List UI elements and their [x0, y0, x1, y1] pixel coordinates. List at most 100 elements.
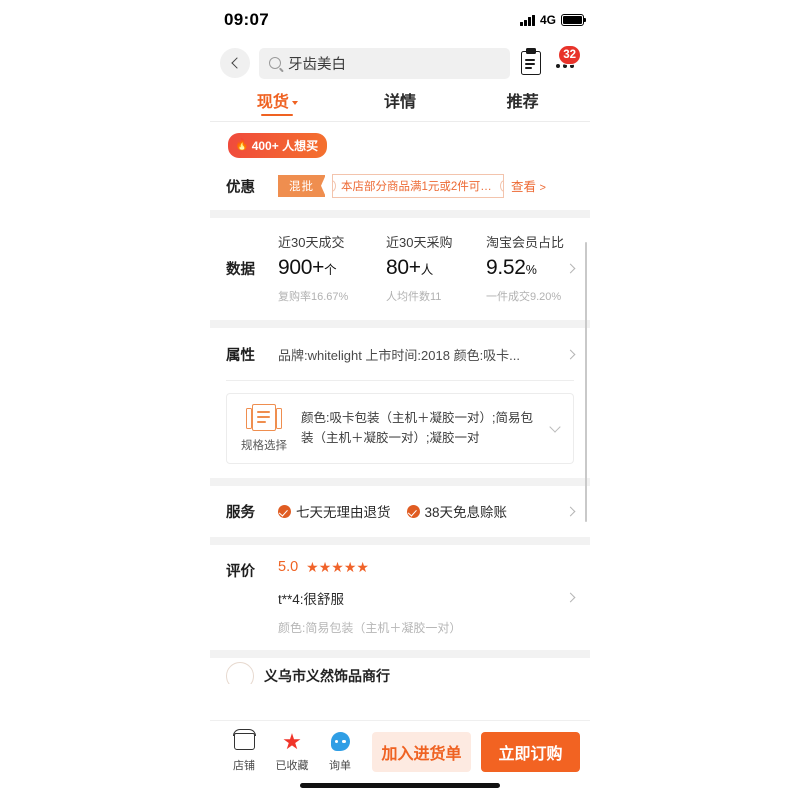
bottom-action-bar: 店铺 ★ 已收藏 询单 加入进货单 立即订购	[210, 720, 590, 800]
spec-options-text: 颜色:吸卡包装（主机＋凝胶一对）;简易包装（主机＋凝胶一对）;凝胶一对	[301, 411, 533, 445]
tab-label: 详情	[384, 94, 417, 111]
clipboard-icon[interactable]	[521, 51, 541, 75]
spec-select-card[interactable]: 规格选择 颜色:吸卡包装（主机＋凝胶一对）;简易包装（主机＋凝胶一对）;凝胶一对	[226, 393, 574, 464]
chevron-down-icon	[291, 101, 298, 105]
phone-screen: 09:07 4G 牙齿美白 32 现货 详情 推荐 🔥 400+ 人想买 优惠 …	[210, 0, 590, 800]
data-section[interactable]: 数据 近30天成交 900+个 复购率16.67% 近30天采购 80+人 人均…	[210, 218, 590, 320]
tab-spot-goods[interactable]: 现货	[216, 86, 339, 116]
view-discount-link[interactable]: 查看 >	[511, 176, 546, 195]
view-link-label: 查看	[511, 180, 537, 195]
battery-icon	[561, 14, 587, 26]
section-divider	[210, 650, 590, 658]
tab-bar: 现货 详情 推荐	[210, 86, 590, 122]
spec-card-container: 规格选择 颜色:吸卡包装（主机＋凝胶一对）;简易包装（主机＋凝胶一对）;凝胶一对	[210, 381, 590, 478]
discount-label: 优惠	[226, 179, 255, 196]
bottom-nav-label: 询单	[329, 759, 351, 772]
bottom-nav-inquiry[interactable]: 询单	[316, 731, 364, 773]
star-icon: ★	[282, 728, 302, 754]
chevron-down-icon[interactable]	[549, 420, 561, 433]
search-input[interactable]: 牙齿美白	[259, 47, 510, 79]
data-value: 900+个	[278, 256, 386, 280]
service-row[interactable]: 服务 七天无理由退货 38天免息赊账	[210, 486, 590, 537]
hot-badge-container: 🔥 400+ 人想买	[210, 122, 590, 164]
review-row[interactable]: 评价 5.0 ★★★★★ t**4:很舒服 颜色:简易包装（主机＋凝胶一对）	[210, 545, 590, 650]
search-header: 牙齿美白 32	[210, 40, 590, 86]
attributes-row[interactable]: 属性 品牌:whitelight 上市时间:2018 颜色:吸卡...	[210, 328, 590, 380]
discount-row[interactable]: 优惠 混批 本店部分商品满1元或2件可混批... 查看 >	[210, 164, 590, 211]
data-title: 近30天成交	[278, 235, 345, 250]
search-query-text: 牙齿美白	[288, 56, 346, 73]
data-value: 9.52%	[486, 256, 564, 280]
attributes-label: 属性	[226, 348, 255, 364]
attributes-text: 品牌:whitelight 上市时间:2018 颜色:吸卡...	[278, 347, 521, 363]
data-unit: %	[525, 263, 537, 277]
section-divider	[210, 537, 590, 545]
flame-icon: 🔥	[235, 138, 249, 151]
signal-bars-icon	[520, 14, 535, 26]
chevron-right-icon	[565, 506, 576, 516]
data-label: 数据	[226, 262, 255, 278]
chevron-right-icon	[565, 592, 576, 603]
data-title: 近30天采购	[386, 235, 453, 250]
hot-badge-text: 400+ 人想买	[251, 138, 319, 153]
home-indicator	[300, 783, 500, 788]
service-item: 七天无理由退货	[278, 501, 391, 521]
data-sub: 复购率16.67%	[278, 291, 349, 303]
check-circle-icon	[406, 504, 420, 518]
notification-badge: 32	[558, 45, 581, 65]
spec-icon-label: 规格选择	[241, 440, 287, 452]
page-scroll-area[interactable]: 🔥 400+ 人想买 优惠 混批 本店部分商品满1元或2件可混批... 查看 >…	[210, 122, 590, 792]
more-button[interactable]: 32	[550, 45, 581, 78]
tab-label: 现货	[256, 94, 289, 111]
coupon-text[interactable]: 本店部分商品满1元或2件可混批...	[332, 173, 504, 198]
tab-recommend[interactable]: 推荐	[461, 86, 584, 112]
store-avatar-icon	[226, 662, 254, 684]
data-column: 近30天采购 80+人 人均件数11	[386, 232, 486, 304]
hot-badge: 🔥 400+ 人想买	[228, 133, 328, 158]
data-title: 淘宝会员占比	[486, 235, 565, 250]
status-time: 09:07	[224, 10, 269, 29]
bottom-nav-label: 店铺	[233, 759, 255, 772]
data-sub: 一件成交9.20%	[486, 291, 562, 303]
section-divider	[210, 478, 590, 486]
star-rating-icon: ★★★★★	[306, 559, 369, 575]
data-column: 近30天成交 900+个 复购率16.67%	[278, 232, 386, 304]
chat-bubble-icon	[330, 732, 350, 751]
bottom-nav-shop[interactable]: 店铺	[220, 728, 268, 773]
section-divider	[210, 320, 590, 328]
bottom-nav-label: 已收藏	[275, 759, 309, 772]
data-unit: 个	[324, 263, 337, 277]
bottom-nav-favorite[interactable]: ★ 已收藏	[268, 728, 316, 773]
service-item-label: 七天无理由退货	[296, 505, 391, 520]
data-column: 淘宝会员占比 9.52% 一件成交9.20%	[486, 232, 564, 304]
search-icon	[269, 57, 281, 69]
scrollbar[interactable]	[584, 242, 587, 522]
order-now-button[interactable]: 立即订购	[481, 731, 580, 772]
service-item-label: 38天免息赊账	[424, 505, 508, 520]
review-comment: t**4:很舒服	[278, 592, 345, 607]
mixed-batch-tag: 混批	[278, 174, 325, 197]
data-sub: 人均件数11	[386, 291, 442, 303]
section-divider	[210, 210, 590, 218]
data-number: 80+	[386, 256, 421, 279]
view-link-arrow: >	[539, 182, 546, 195]
chevron-right-icon	[565, 263, 576, 273]
review-spec-note: 颜色:简易包装（主机＋凝胶一对）	[278, 621, 462, 635]
data-value: 80+人	[386, 256, 486, 280]
add-to-purchase-list-button[interactable]: 加入进货单	[372, 731, 471, 772]
shop-icon	[232, 728, 256, 750]
data-unit: 人	[420, 263, 434, 277]
tab-underline	[261, 113, 294, 116]
tab-details[interactable]: 详情	[339, 86, 462, 112]
tab-label: 推荐	[506, 94, 539, 111]
spec-icon-block: 规格选择	[237, 404, 291, 453]
store-row[interactable]: 义乌市义然饰品商行	[210, 658, 590, 684]
back-button[interactable]	[220, 48, 250, 78]
spec-document-icon	[246, 404, 282, 431]
service-item: 38天免息赊账	[406, 501, 508, 521]
status-bar: 09:07 4G	[210, 0, 590, 40]
status-indicators: 4G	[520, 13, 587, 27]
data-number: 9.52	[486, 256, 526, 279]
chevron-right-icon	[565, 349, 576, 359]
review-label: 评价	[226, 564, 255, 580]
